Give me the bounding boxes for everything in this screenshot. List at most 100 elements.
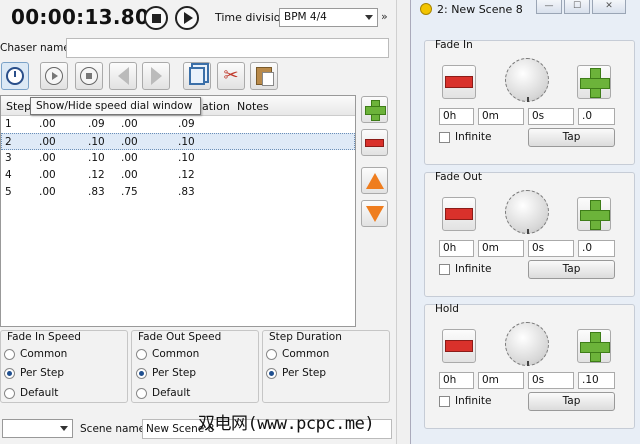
hours-field[interactable]: 0h — [439, 240, 474, 257]
play-icon — [183, 12, 193, 24]
cell-hold: .12 — [88, 169, 105, 181]
play-button[interactable] — [175, 6, 199, 30]
maximize-button[interactable]: ☐ — [564, 0, 590, 14]
duration-common-radio[interactable]: Common — [266, 348, 329, 360]
radio-label: Common — [152, 348, 200, 360]
cell-duration: .10 — [178, 152, 195, 164]
speed-dial-knob[interactable] — [505, 322, 549, 366]
splitter[interactable] — [396, 0, 410, 444]
infinite-checkbox[interactable]: Infinite — [439, 131, 492, 143]
radio-label: Per Step — [20, 367, 64, 379]
hours-field[interactable]: 0h — [439, 108, 474, 125]
table-row[interactable]: 2 .00 .10 .00 .10 — [1, 133, 355, 150]
column-header-notes[interactable]: Notes — [237, 100, 269, 113]
more-button[interactable]: » — [381, 10, 388, 23]
copy-button[interactable] — [183, 62, 211, 90]
chaser-editor: 00:00:13.80 Time division: BPM 4/4 » Cha… — [0, 0, 396, 444]
increase-button[interactable] — [577, 65, 611, 99]
chevron-down-icon — [365, 15, 373, 20]
stop-button[interactable] — [144, 6, 168, 30]
fade-out-common-radio[interactable]: Common — [136, 348, 199, 360]
stop-icon — [151, 13, 161, 23]
watermark: 双电网(www.pcpc.me) — [198, 414, 375, 434]
remove-step-button[interactable] — [361, 129, 388, 156]
cell-duration: .09 — [178, 118, 195, 130]
minutes-field[interactable]: 0m — [478, 372, 524, 389]
next-step-button[interactable] — [142, 62, 170, 90]
radio-label: Common — [282, 348, 330, 360]
milliseconds-field[interactable]: .0 — [578, 240, 615, 257]
hours-field[interactable]: 0h — [439, 372, 474, 389]
preview-stop-button[interactable] — [75, 62, 103, 90]
table-row[interactable]: 3 .00 .10 .00 .10 — [1, 150, 355, 167]
milliseconds-field[interactable]: .10 — [578, 372, 615, 389]
clipboard-icon — [256, 67, 274, 86]
table-row[interactable]: 4 .00 .12 .00 .12 — [1, 167, 355, 184]
cell-step: 5 — [5, 186, 12, 198]
cell-hold: .10 — [88, 152, 105, 164]
plus-icon — [580, 68, 610, 98]
minutes-field[interactable]: 0m — [478, 108, 524, 125]
tap-button[interactable]: Tap — [528, 260, 615, 279]
previous-step-button[interactable] — [109, 62, 137, 90]
window-titlebar[interactable]: 2: New Scene 8 — ☐ ✕ — [411, 0, 640, 19]
seconds-field[interactable]: 0s — [528, 108, 574, 125]
infinite-checkbox[interactable]: Infinite — [439, 395, 492, 407]
speed-dial-knob[interactable] — [505, 190, 549, 234]
cell-step: 3 — [5, 152, 12, 164]
speed-dial-toggle-button[interactable] — [1, 62, 29, 90]
seconds-field[interactable]: 0s — [528, 240, 574, 257]
tap-button[interactable]: Tap — [528, 128, 615, 147]
fade-in-common-radio[interactable]: Common — [4, 348, 67, 360]
timer-display: 00:00:13.80 — [11, 5, 150, 29]
chaser-name-input[interactable] — [66, 38, 389, 58]
milliseconds-field[interactable]: .0 — [578, 108, 615, 125]
decrease-button[interactable] — [442, 197, 476, 231]
add-step-button[interactable] — [361, 96, 388, 123]
checkbox-label: Infinite — [455, 263, 492, 275]
increase-button[interactable] — [577, 197, 611, 231]
minus-icon — [445, 208, 473, 220]
scissors-icon: ✂ — [223, 65, 239, 86]
fade-out-per-step-radio[interactable]: Per Step — [136, 367, 196, 379]
tooltip: Show/Hide speed dial window — [30, 97, 201, 115]
cell-duration: .10 — [178, 136, 195, 148]
increase-button[interactable] — [577, 329, 611, 363]
tap-button[interactable]: Tap — [528, 392, 615, 411]
fade-in-per-step-radio[interactable]: Per Step — [4, 367, 64, 379]
preview-play-button[interactable] — [40, 62, 68, 90]
decrease-button[interactable] — [442, 65, 476, 99]
duration-per-step-radio[interactable]: Per Step — [266, 367, 326, 379]
column-header-duration[interactable]: ation — [202, 100, 230, 113]
panel-title: Fade Out — [435, 171, 483, 183]
mode-select[interactable] — [2, 419, 73, 438]
decrease-button[interactable] — [442, 329, 476, 363]
cell-fade-out: .00 — [121, 169, 138, 181]
steps-table: Step ation Notes 1 .00 .09 .00 .09 2 .00… — [0, 95, 356, 327]
move-step-up-button[interactable] — [361, 167, 388, 194]
seconds-field[interactable]: 0s — [528, 372, 574, 389]
play-icon — [45, 67, 63, 85]
cell-hold: .83 — [88, 186, 105, 198]
cell-fade-out: .00 — [121, 118, 138, 130]
paste-button[interactable] — [250, 62, 278, 90]
table-row[interactable]: 1 .00 .09 .00 .09 — [1, 116, 355, 133]
move-step-down-button[interactable] — [361, 200, 388, 227]
column-header-step[interactable]: Step — [6, 100, 31, 113]
radio-label: Per Step — [152, 367, 196, 379]
minimize-button[interactable]: — — [536, 0, 562, 14]
fade-in-default-radio[interactable]: Default — [4, 387, 58, 399]
table-row[interactable]: 5 .00 .83 .75 .83 — [1, 184, 355, 201]
infinite-checkbox[interactable]: Infinite — [439, 263, 492, 275]
time-division-select[interactable]: BPM 4/4 — [279, 8, 378, 27]
time-division-value: BPM 4/4 — [284, 11, 327, 23]
speed-dial-knob[interactable] — [505, 58, 549, 102]
cut-button[interactable]: ✂ — [217, 62, 245, 90]
plus-icon — [580, 332, 610, 362]
minutes-field[interactable]: 0m — [478, 240, 524, 257]
fade-out-speed-group: Fade Out Speed Common Per Step Default — [131, 330, 259, 403]
close-button[interactable]: ✕ — [592, 0, 626, 14]
cell-fade-in: .00 — [39, 186, 56, 198]
cell-hold: .09 — [88, 118, 105, 130]
fade-out-default-radio[interactable]: Default — [136, 387, 190, 399]
